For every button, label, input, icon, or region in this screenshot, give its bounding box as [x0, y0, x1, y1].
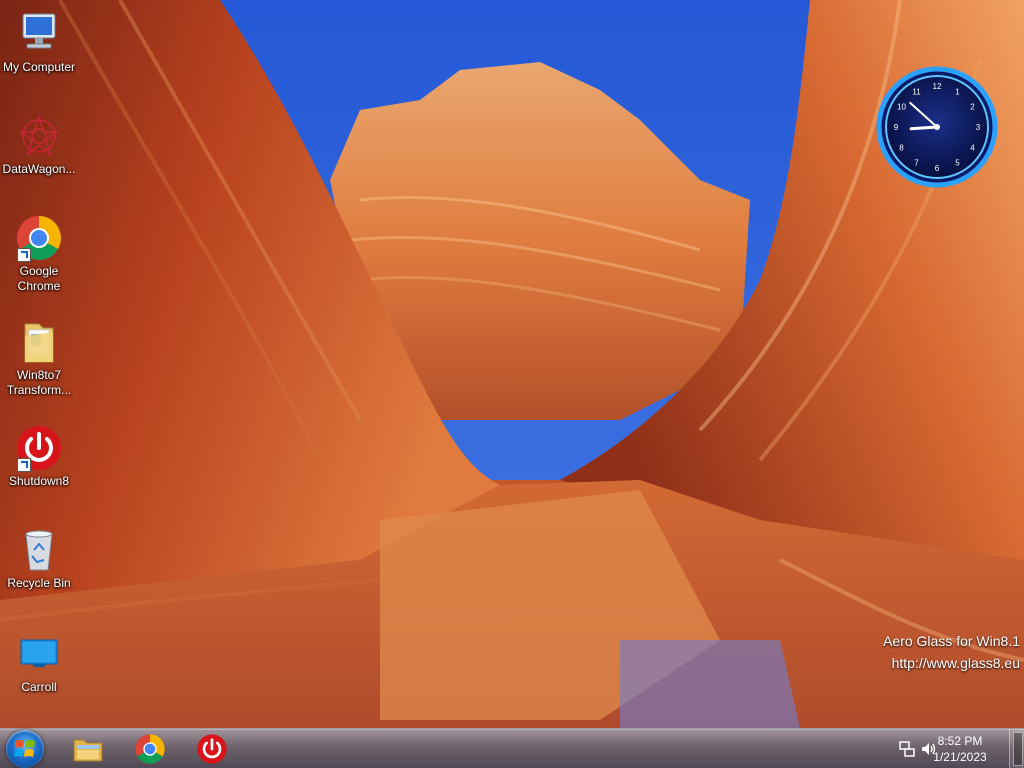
folder-icon	[15, 318, 63, 366]
desktop-icon-label: Carroll	[21, 680, 57, 694]
clock-face: 121234567891011	[876, 66, 998, 188]
taskbar-shutdown8-button[interactable]	[187, 730, 237, 768]
clock-numeral: 3	[976, 123, 981, 132]
desktop-icon-datawagon[interactable]: DataWagon...	[0, 112, 78, 177]
desktop-wallpaper	[0, 0, 1024, 768]
shortcut-arrow-icon	[17, 458, 31, 472]
clock-hour-hand	[909, 125, 939, 131]
desktop-icon-label: Win8to7 Transform...	[6, 368, 72, 397]
clock-numeral: 7	[914, 159, 919, 168]
clock-numeral: 12	[933, 82, 942, 91]
desktop-icon-label: Google Chrome	[17, 264, 61, 293]
desktop-icon-label: Shutdown8	[8, 474, 70, 488]
tray-clock[interactable]: 8:52 PM 1/21/2023	[920, 733, 1000, 765]
datawagon-icon	[15, 112, 63, 160]
taskbar-file-explorer-button[interactable]	[63, 730, 113, 768]
desktop-icon-label: My Computer	[2, 60, 76, 74]
computer-icon	[15, 10, 63, 58]
clock-numeral: 10	[897, 103, 906, 112]
clock-numeral: 6	[935, 164, 940, 173]
clock-numeral: 11	[912, 88, 921, 97]
taskbar-chrome-button[interactable]	[125, 730, 175, 768]
system-tray: 8:52 PM 1/21/2023	[884, 729, 1024, 768]
desktop-icon-win8to7[interactable]: Win8to7 Transform...	[0, 318, 78, 398]
windows-logo-icon	[14, 740, 35, 757]
clock-numeral: 2	[970, 103, 975, 112]
desktop-icon-shutdown8[interactable]: Shutdown8	[0, 424, 78, 489]
clock-center	[934, 124, 940, 130]
clock-numeral: 4	[970, 144, 975, 153]
network-icon[interactable]	[898, 740, 916, 758]
recycle-bin-icon	[15, 526, 63, 574]
tray-date: 1/21/2023	[933, 750, 987, 764]
clock-numeral: 1	[955, 88, 960, 97]
watermark-line-2: http://www.glass8.eu	[891, 655, 1020, 671]
aero-glass-watermark: Aero Glass for Win8.1 http://www.glass8.…	[883, 630, 1020, 674]
taskbar: 8:52 PM 1/21/2023	[0, 728, 1024, 768]
clock-numeral: 8	[899, 144, 904, 153]
clock-numeral: 9	[894, 123, 899, 132]
clock-numeral: 5	[955, 159, 960, 168]
start-button[interactable]	[6, 730, 44, 768]
power-icon	[15, 424, 63, 472]
power-icon	[197, 734, 227, 764]
desktop-icon-google-chrome[interactable]: Google Chrome	[0, 214, 78, 294]
desktop-icon-recycle-bin[interactable]: Recycle Bin	[0, 526, 78, 591]
file-explorer-icon	[73, 739, 103, 762]
desktop-icon-label: DataWagon...	[2, 162, 76, 176]
shortcut-arrow-icon	[17, 248, 31, 262]
show-desktop-button[interactable]	[1009, 729, 1024, 768]
desktop-icon-label: Recycle Bin	[7, 576, 71, 590]
chrome-icon	[135, 734, 165, 764]
desktop-icon-carroll[interactable]: Carroll	[0, 630, 78, 695]
desktop-icon-my-computer[interactable]: My Computer	[0, 10, 78, 75]
tray-time: 8:52 PM	[937, 734, 983, 748]
chrome-icon	[15, 214, 63, 262]
wallpaper-art	[0, 0, 1024, 768]
monitor-icon	[15, 630, 63, 678]
clock-gadget[interactable]: 12 1 2 3 4 5 6 7 8 9 10 11	[876, 66, 998, 188]
watermark-line-1: Aero Glass for Win8.1	[883, 633, 1020, 649]
